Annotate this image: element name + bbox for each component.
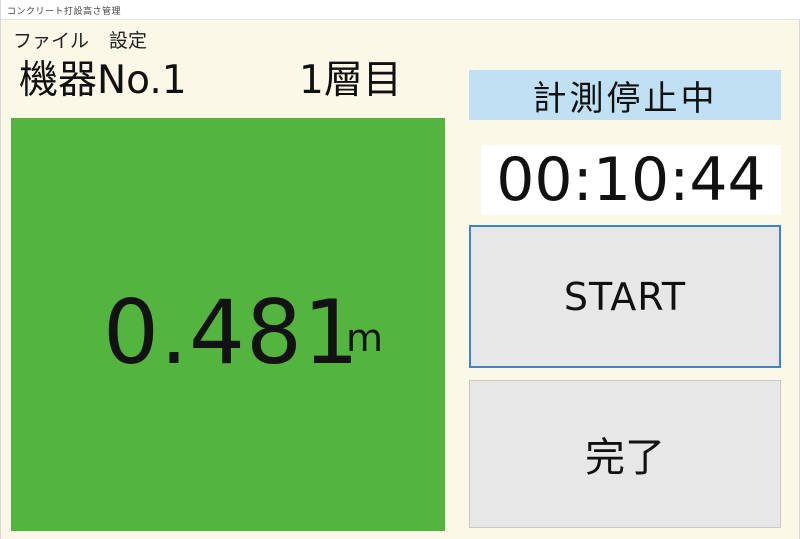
menu-settings[interactable]: 設定 (101, 26, 159, 53)
menu-file[interactable]: ファイル (1, 26, 101, 53)
layer-label: 1層目 (299, 58, 402, 103)
complete-button[interactable]: 完了 (469, 380, 781, 528)
measurement-panel: 0.481 m (11, 118, 445, 531)
start-button[interactable]: START (469, 225, 781, 368)
app-window: コンクリート打設高さ管理 ファイル 設定 機器No.1 1層目 0.481 m … (0, 0, 800, 539)
elapsed-timer: 00:10:44 (481, 145, 781, 215)
title-bar: コンクリート打設高さ管理 (1, 0, 800, 20)
window-title: コンクリート打設高さ管理 (7, 7, 122, 17)
measurement-unit: m (346, 316, 384, 360)
status-badge: 計測停止中 (469, 70, 781, 120)
measurement-value: 0.481 (103, 281, 360, 384)
menu-bar: ファイル 設定 (1, 24, 159, 54)
device-label: 機器No.1 (19, 58, 187, 103)
